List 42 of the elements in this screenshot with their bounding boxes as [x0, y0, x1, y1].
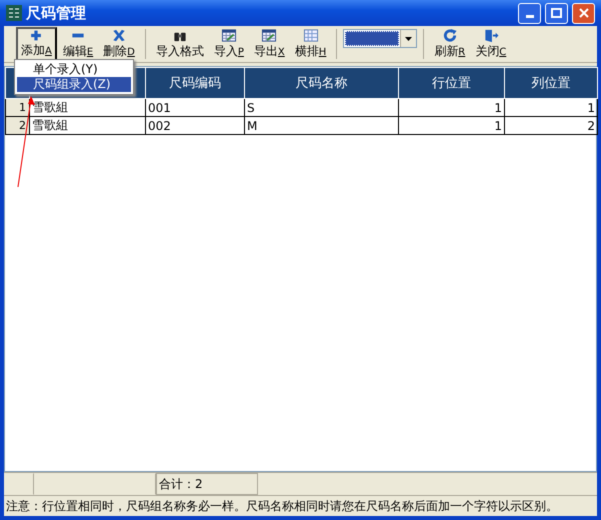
table-cell: 2 [504, 116, 598, 134]
spreadsheet-icon [261, 28, 278, 43]
toolbar-button[interactable]: 删除D [99, 27, 139, 61]
refresh-icon [442, 28, 458, 43]
column-header[interactable]: 列位置 [504, 68, 598, 98]
maximize-icon [551, 8, 562, 18]
app-icon [6, 5, 22, 21]
exit-door-icon [482, 28, 499, 43]
window-title: 尺码管理 [26, 4, 87, 22]
toolbar-button[interactable]: 横排H [290, 27, 330, 61]
table-icon [302, 28, 319, 43]
close-button[interactable] [572, 2, 595, 24]
table-cell: 1 [504, 98, 598, 116]
table-cell: 002 [146, 116, 244, 134]
table-cell: 1 [398, 98, 504, 116]
minimize-button[interactable] [518, 2, 541, 24]
toolbar-button[interactable]: 关闭C [471, 27, 510, 61]
row-number: 2 [6, 116, 30, 134]
toolbar-button[interactable]: 导入P [210, 27, 248, 61]
table-cell: 001 [146, 98, 244, 116]
table-cell: 雪歌組 [30, 116, 146, 134]
close-icon [111, 28, 128, 43]
spreadsheet-icon [220, 28, 237, 43]
column-header[interactable]: 尺码编码 [146, 68, 244, 98]
table-cell: 1 [398, 116, 504, 134]
column-header[interactable]: 尺码名称 [244, 68, 398, 98]
toolbar-button[interactable]: 刷新R [430, 27, 470, 61]
toolbar-button[interactable]: 编辑E [58, 27, 98, 61]
minimize-icon [526, 14, 534, 18]
column-header[interactable]: 行位置 [398, 68, 504, 98]
close-icon [578, 8, 588, 18]
caret-icon [405, 36, 412, 40]
table-cell: S [244, 98, 398, 116]
row-number: 1 [6, 98, 30, 116]
toolbar-button[interactable]: 导入格式 [152, 27, 208, 61]
status-message: 注意：行位置相同时，尺码组名称务必一样。尺码名称相同时请您在尺码名称后面加一个字符以示区别。 [4, 495, 597, 516]
maximize-button[interactable] [545, 2, 568, 24]
dropdown[interactable] [343, 29, 418, 48]
menu-item[interactable]: 尺码组录入(Z) [17, 77, 131, 92]
summary-total: 合计：2 [156, 473, 258, 495]
table-cell: M [244, 116, 398, 134]
toolbar-button[interactable]: 导出X [250, 27, 289, 61]
